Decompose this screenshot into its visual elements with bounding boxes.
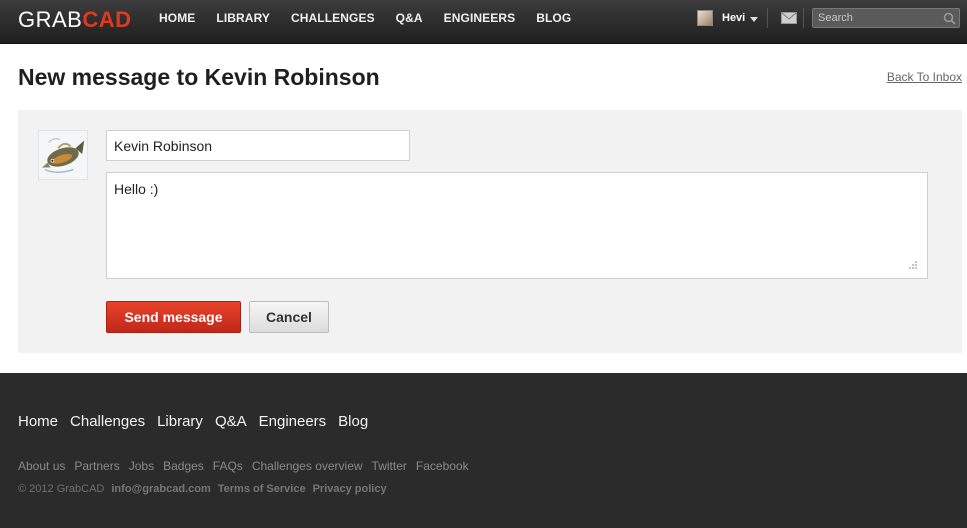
footer-email-link[interactable]: info@grabcad.com xyxy=(111,483,210,495)
compose-panel: Hello :) Send message Cancel xyxy=(18,110,962,353)
nav-home[interactable]: HOME xyxy=(159,0,195,36)
user-menu[interactable]: Hevi xyxy=(697,10,759,26)
divider xyxy=(803,8,804,28)
site-footer: Home Challenges Library Q&A Engineers Bl… xyxy=(0,373,967,528)
mail-icon[interactable] xyxy=(781,12,797,24)
footer-link-challenges[interactable]: Challenges xyxy=(70,413,145,430)
cancel-button[interactable]: Cancel xyxy=(249,301,329,333)
footer-link-facebook[interactable]: Facebook xyxy=(416,459,469,473)
message-body-field[interactable]: Hello :) xyxy=(106,172,928,279)
copyright-text: © 2012 GrabCAD xyxy=(18,483,105,495)
search-box xyxy=(812,8,960,28)
user-name: Hevi xyxy=(722,12,746,24)
footer-link-faqs[interactable]: FAQs xyxy=(213,459,243,473)
footer-link-jobs[interactable]: Jobs xyxy=(129,459,154,473)
recipient-field[interactable] xyxy=(106,130,410,161)
recipient-avatar xyxy=(38,130,88,180)
search-input[interactable] xyxy=(813,9,939,27)
top-navigation-bar: GRABCAD HOME LIBRARY CHALLENGES Q&A ENGI… xyxy=(0,0,967,44)
footer-secondary-links: About us Partners Jobs Badges FAQs Chall… xyxy=(18,459,478,473)
divider xyxy=(767,8,768,28)
footer-main-links: Home Challenges Library Q&A Engineers Bl… xyxy=(18,413,380,430)
grabcad-logo[interactable]: GRABCAD xyxy=(18,6,132,34)
send-message-button[interactable]: Send message xyxy=(106,301,241,333)
logo-accent: CAD xyxy=(82,7,132,32)
back-to-inbox-link[interactable]: Back To Inbox xyxy=(887,70,962,84)
footer-link-qa[interactable]: Q&A xyxy=(215,413,247,430)
footer-link-blog[interactable]: Blog xyxy=(338,413,368,430)
chevron-down-icon xyxy=(750,16,759,22)
footer-link-twitter[interactable]: Twitter xyxy=(372,459,407,473)
footer-terms-link[interactable]: Terms of Service xyxy=(218,483,306,495)
footer-link-about-us[interactable]: About us xyxy=(18,459,65,473)
nav-blog[interactable]: BLOG xyxy=(536,0,571,36)
footer-link-partners[interactable]: Partners xyxy=(74,459,119,473)
footer-legal: © 2012 GrabCAD info@grabcad.com Terms of… xyxy=(18,483,394,495)
footer-link-badges[interactable]: Badges xyxy=(163,459,204,473)
footer-link-challenges-overview[interactable]: Challenges overview xyxy=(252,459,363,473)
fish-illustration xyxy=(39,131,87,179)
main-nav: HOME LIBRARY CHALLENGES Q&A ENGINEERS BL… xyxy=(159,0,592,36)
footer-link-library[interactable]: Library xyxy=(157,413,203,430)
user-avatar xyxy=(697,10,713,26)
nav-challenges[interactable]: CHALLENGES xyxy=(291,0,375,36)
footer-link-home[interactable]: Home xyxy=(18,413,58,430)
footer-privacy-link[interactable]: Privacy policy xyxy=(313,483,387,495)
nav-library[interactable]: LIBRARY xyxy=(216,0,270,36)
nav-qa[interactable]: Q&A xyxy=(396,0,423,36)
footer-link-engineers[interactable]: Engineers xyxy=(259,413,327,430)
nav-engineers[interactable]: ENGINEERS xyxy=(444,0,516,36)
logo-primary: GRAB xyxy=(18,7,83,32)
page-title: New message to Kevin Robinson xyxy=(18,64,380,90)
resize-handle-icon[interactable] xyxy=(908,260,918,270)
search-icon[interactable] xyxy=(943,12,956,25)
